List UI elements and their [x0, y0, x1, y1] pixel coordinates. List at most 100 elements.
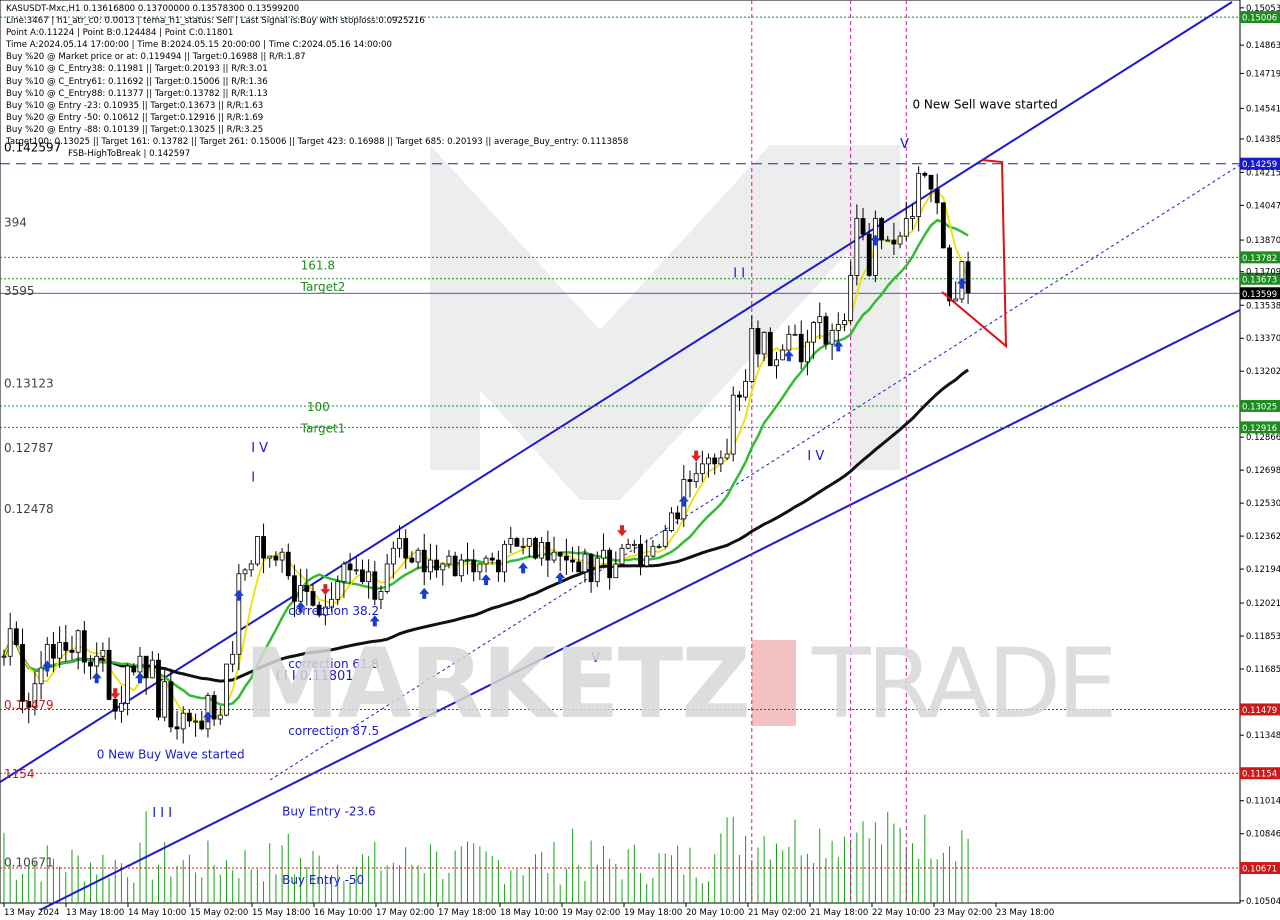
y-tick-label: 0.13370 [1246, 334, 1280, 344]
candle [940, 202, 946, 249]
candle-body [953, 298, 959, 302]
candle-body [860, 218, 866, 235]
y-tick-label: 0.14047 [1246, 201, 1280, 211]
candle-body [675, 512, 681, 520]
candle-body [607, 549, 613, 579]
price-level-label: 0.13782 [1242, 254, 1277, 264]
y-tick-label: 0.10504 [1246, 897, 1280, 907]
candle-body [403, 538, 409, 559]
candle-body [168, 681, 174, 728]
candle-body [588, 553, 594, 583]
candle-body [910, 216, 915, 219]
y-tick-label: 0.12866 [1246, 433, 1280, 443]
candle-body [199, 720, 205, 730]
left-level-label: 394 [4, 215, 27, 229]
y-tick-label: 0.11348 [1246, 731, 1280, 741]
y-tick-label: 0.12021 [1246, 599, 1280, 609]
wave-label: I I I [152, 806, 172, 821]
x-tick-label: 18 May 10:00 [500, 908, 558, 918]
candle-body [601, 549, 606, 559]
candle-body [669, 512, 674, 532]
info-line: Target100: 0.13025 || Target 161: 0.1378… [6, 137, 629, 148]
candle-body [335, 581, 341, 600]
candle [730, 386, 736, 462]
x-tick-label: 15 May 02:00 [190, 908, 248, 918]
candle-body [811, 322, 816, 343]
candle-body [706, 457, 711, 465]
info-line: Buy %10 @ C_Entry61: 0.11692 || Target:0… [6, 76, 268, 87]
candle-body [638, 543, 643, 567]
x-tick-label: 22 May 10:00 [872, 908, 930, 918]
x-tick-label: 20 May 10:00 [686, 908, 744, 918]
indicator-info-panel: KASUSDT-Mxc,H1 0.13616800 0.13700000 0.1… [6, 3, 628, 160]
candle-body [254, 536, 260, 565]
candle-body [903, 218, 909, 237]
candle-body [211, 695, 217, 720]
info-line: Buy %10 @ C_Entry88: 0.11377 || Target:0… [6, 88, 268, 99]
x-tick-label: 14 May 10:00 [128, 908, 186, 918]
candle-body [823, 316, 829, 345]
candle-body [879, 218, 884, 241]
candle-body [514, 538, 520, 547]
candle [767, 327, 773, 367]
candle-body [656, 545, 662, 548]
chart-annotation: Target1 [300, 421, 346, 435]
candle-body [446, 555, 452, 565]
candle-body [947, 247, 952, 302]
y-tick-label: 0.12362 [1246, 532, 1280, 542]
info-line: Buy %10 @ C_Entry38: 0.11981 || Target:0… [6, 64, 268, 75]
candle-body [112, 699, 118, 712]
y-tick-label: 0.13202 [1246, 367, 1280, 377]
info-line: Line:3467 | h1_atr_c0: 0.0013 | tema_h1_… [6, 16, 425, 27]
candle-body [452, 555, 458, 577]
y-tick-label: 0.11014 [1246, 797, 1280, 807]
y-tick-label: 0.14215 [1246, 168, 1280, 178]
y-tick-label: 0.11853 [1246, 632, 1280, 642]
y-tick-label: 0.10846 [1246, 830, 1280, 840]
y-tick-label: 0.12530 [1246, 499, 1280, 509]
symbol-header: KASUSDT-Mxc,H1 0.13616800 0.13700000 0.1… [6, 4, 300, 14]
left-level-label: 0.12787 [4, 441, 54, 455]
candle-body [372, 571, 378, 600]
candle-body [625, 543, 631, 549]
info-line: Buy %20 @ Entry -88: 0.10139 || Target:0… [6, 124, 264, 135]
candle-body [471, 559, 477, 573]
candle-body [613, 563, 619, 579]
candle-body [230, 653, 236, 665]
candle-body [829, 329, 835, 345]
candle-body [563, 555, 569, 561]
candle-body [743, 381, 748, 398]
candle-body [897, 235, 903, 245]
left-level-label: 0.13123 [4, 376, 54, 390]
candle-body [261, 536, 266, 559]
candle-body [242, 569, 248, 575]
candle-body [397, 538, 402, 549]
left-level-label: 0.12478 [4, 502, 54, 516]
x-tick-label: 17 May 18:00 [438, 908, 496, 918]
price-level-label: 0.11479 [1242, 706, 1277, 716]
candle-body [279, 551, 285, 561]
candle-body [934, 188, 940, 204]
candle-body [520, 545, 526, 548]
info-line: Buy %20 @ Market price or at: 0.119494 |… [6, 52, 306, 63]
candle-body [304, 585, 310, 592]
candle [236, 564, 242, 671]
candle-body [650, 545, 656, 557]
watermark-trade: TRADE [812, 628, 1118, 740]
candle-body [415, 549, 421, 563]
y-tick-label: 0.15053 [1246, 4, 1280, 14]
candle-body [805, 341, 810, 363]
candle-body [730, 394, 736, 455]
candle-body [1, 655, 7, 658]
candle-body [428, 559, 433, 573]
candle-body [780, 349, 786, 361]
chart-annotation: Buy Entry -23.6 [282, 804, 376, 818]
candle-body [489, 557, 495, 561]
candle-body [508, 538, 514, 545]
candle-body [687, 479, 693, 482]
candle-body [360, 569, 365, 583]
candle-body [774, 359, 779, 367]
candle-body [644, 555, 650, 567]
candle-body [7, 628, 13, 657]
chart-annotation: Target2 [300, 280, 346, 294]
